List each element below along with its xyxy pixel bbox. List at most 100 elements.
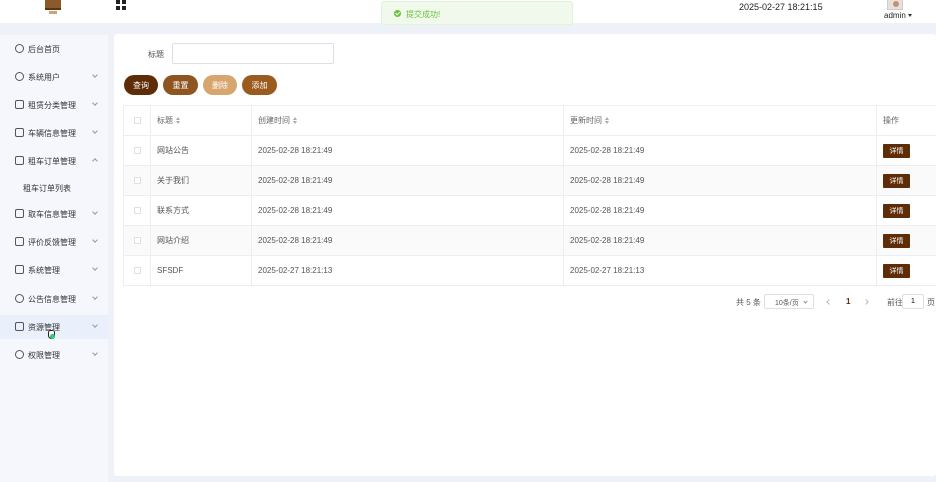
sidebar-item-rental-order-list[interactable]: 租车订单列表 <box>0 176 108 200</box>
row-checkbox[interactable] <box>133 207 141 214</box>
logo-icon <box>45 0 61 14</box>
page-suffix: 页 <box>927 298 935 307</box>
cell-action: 详情 <box>877 136 936 165</box>
detail-button[interactable]: 详情 <box>883 263 910 278</box>
reset-button[interactable]: 重置 <box>163 75 198 95</box>
row-checkbox[interactable] <box>133 267 141 274</box>
chevron-down-icon <box>92 265 98 271</box>
title-search-input[interactable] <box>172 43 334 64</box>
sort-icon[interactable] <box>293 117 297 124</box>
goto-label: 前往 <box>887 298 903 307</box>
card-icon <box>15 237 24 246</box>
caret-down-icon <box>907 14 912 18</box>
card-icon <box>15 128 24 137</box>
row-checkbox-cell <box>123 226 151 255</box>
header-title-label: 标题 <box>157 116 173 125</box>
folder-icon <box>15 265 24 274</box>
cell-action: 详情 <box>877 166 936 195</box>
chevron-down-icon <box>92 209 98 215</box>
cell-updated: 2025-02-28 18:21:49 <box>564 136 877 165</box>
row-checkbox[interactable] <box>133 177 141 184</box>
sidebar-item-label: 权限管理 <box>28 351 60 360</box>
card-icon <box>15 100 24 109</box>
row-checkbox[interactable] <box>133 147 141 154</box>
prev-page-icon[interactable] <box>826 299 832 305</box>
row-checkbox[interactable] <box>133 237 141 244</box>
header-created[interactable]: 创建时间 <box>252 106 564 135</box>
page-number-current[interactable]: 1 <box>846 297 850 306</box>
sidebar-item-home[interactable]: 后台首页 <box>0 37 108 61</box>
chevron-down-icon <box>92 350 98 356</box>
user-menu[interactable]: admin <box>884 11 912 20</box>
clock-icon <box>15 44 24 53</box>
header-checkbox-cell <box>123 106 151 135</box>
select-all-checkbox[interactable] <box>133 117 141 124</box>
cell-created: 2025-02-28 18:21:49 <box>252 166 564 195</box>
user-icon <box>15 72 24 81</box>
goto-page-input[interactable] <box>902 294 924 309</box>
chevron-down-icon <box>92 128 98 134</box>
cell-updated: 2025-02-27 18:21:13 <box>564 256 877 285</box>
table-row: 联系方式 2025-02-28 18:21:49 2025-02-28 18:2… <box>123 196 936 226</box>
cell-action: 详情 <box>877 256 936 285</box>
table-header-row: 标题 创建时间 更新时间 操作 <box>123 106 936 136</box>
header-updated[interactable]: 更新时间 <box>564 106 877 135</box>
table-row: 网站介绍 2025-02-28 18:21:49 2025-02-28 18:2… <box>123 226 936 256</box>
avatar[interactable] <box>887 0 903 10</box>
table-row: 网站公告 2025-02-28 18:21:49 2025-02-28 18:2… <box>123 136 936 166</box>
sidebar-item-system-management[interactable]: 系统管理 <box>0 258 108 282</box>
sidebar-item-pickup-info[interactable]: 取车信息管理 <box>0 202 108 226</box>
chevron-down-icon <box>92 237 98 243</box>
sidebar-item-feedback[interactable]: 评价反馈管理 <box>0 230 108 254</box>
delete-button[interactable]: 删除 <box>203 75 237 95</box>
cell-title: 联系方式 <box>151 196 252 225</box>
success-check-icon <box>394 10 401 17</box>
row-checkbox-cell <box>123 196 151 225</box>
menu-toggle-icon[interactable] <box>116 0 126 10</box>
cell-title: SFSDF <box>151 256 252 285</box>
sort-icon[interactable] <box>605 117 609 124</box>
sidebar-item-label: 车辆信息管理 <box>28 129 76 138</box>
add-button[interactable]: 添加 <box>242 75 277 95</box>
card-icon <box>15 156 24 165</box>
detail-button[interactable]: 详情 <box>883 203 910 218</box>
cell-created: 2025-02-27 18:21:13 <box>252 256 564 285</box>
row-checkbox-cell <box>123 166 151 195</box>
page-size-select[interactable]: 10条/页 <box>764 294 814 309</box>
cell-title: 网站公告 <box>151 136 252 165</box>
pagination: 共 5 条 10条/页 1 前往 页 <box>0 294 936 310</box>
cell-title: 关于我们 <box>151 166 252 195</box>
cell-updated: 2025-02-28 18:21:49 <box>564 196 877 225</box>
sidebar-item-label: 系统管理 <box>28 266 60 275</box>
sidebar-item-vehicle-info[interactable]: 车辆信息管理 <box>0 121 108 145</box>
search-label: 标题 <box>148 50 164 59</box>
header-updated-label: 更新时间 <box>570 116 602 125</box>
detail-button[interactable]: 详情 <box>883 143 910 158</box>
header-datetime: 2025-02-27 18:21:15 <box>739 2 823 12</box>
sidebar-item-label: 租赁分类管理 <box>28 101 76 110</box>
header-title[interactable]: 标题 <box>151 106 252 135</box>
header-action-label: 操作 <box>883 116 899 125</box>
box-icon <box>15 322 24 331</box>
sidebar-item-label: 租车订单管理 <box>28 157 76 166</box>
table-row: SFSDF 2025-02-27 18:21:13 2025-02-27 18:… <box>123 256 936 286</box>
chevron-down-icon <box>92 322 98 328</box>
sort-icon[interactable] <box>176 117 180 124</box>
sidebar-item-rental-orders[interactable]: 租车订单管理 <box>0 149 108 173</box>
sidebar-item-system-users[interactable]: 系统用户 <box>0 65 108 89</box>
chevron-down-icon <box>92 72 98 78</box>
next-page-icon[interactable] <box>863 299 869 305</box>
user-icon <box>15 350 24 359</box>
username: admin <box>884 11 906 20</box>
sidebar-item-permissions[interactable]: 权限管理 <box>0 343 108 367</box>
cell-action: 详情 <box>877 226 936 255</box>
detail-button[interactable]: 详情 <box>883 173 910 188</box>
chevron-down-icon <box>92 100 98 106</box>
detail-button[interactable]: 详情 <box>883 233 910 248</box>
header-created-label: 创建时间 <box>258 116 290 125</box>
sidebar-item-label: 后台首页 <box>28 45 60 54</box>
data-table: 标题 创建时间 更新时间 操作 网站公告 2025-02-28 18:21:49… <box>123 105 936 286</box>
query-button[interactable]: 查询 <box>124 75 158 95</box>
sidebar-item-rental-category[interactable]: 租赁分类管理 <box>0 93 108 117</box>
chevron-up-icon <box>92 158 98 164</box>
